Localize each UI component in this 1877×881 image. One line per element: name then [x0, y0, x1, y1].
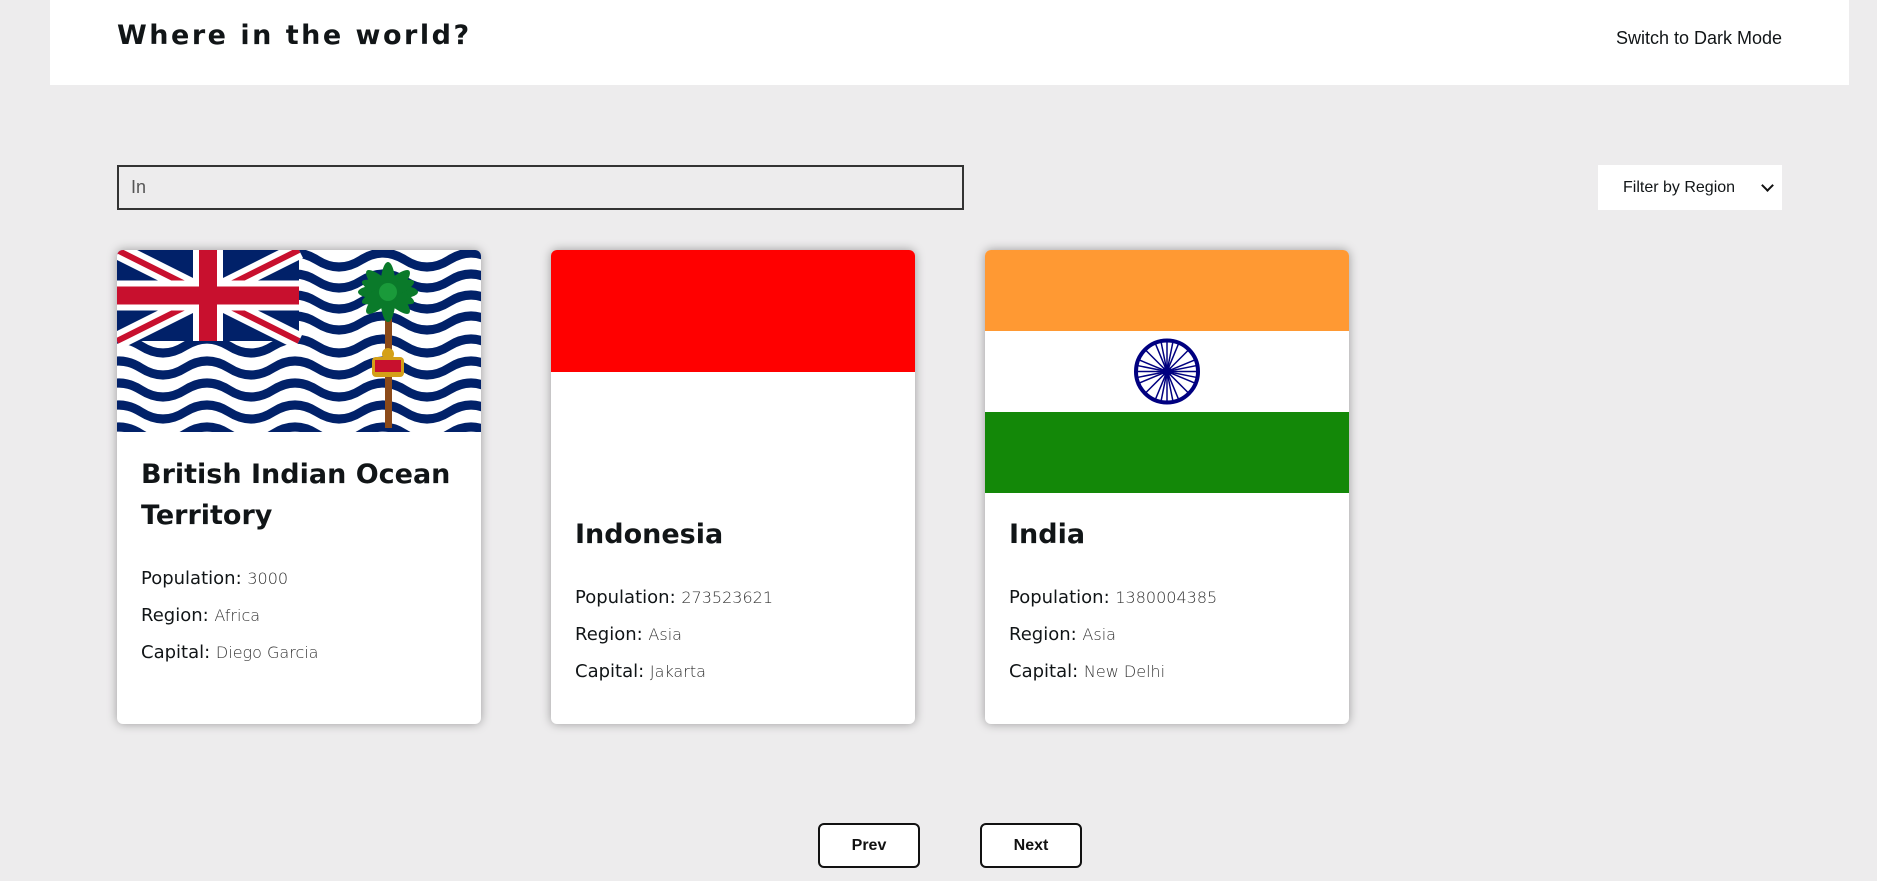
capital-value: Jakarta [649, 662, 706, 681]
country-card[interactable]: British Indian Ocean Territory Populatio… [117, 250, 481, 724]
dark-mode-toggle[interactable]: Switch to Dark Mode [1616, 28, 1782, 49]
population-value: 273523621 [681, 588, 773, 607]
population-line: Population: 3000 [141, 568, 289, 589]
top-header: Where in the world? Switch to Dark Mode [50, 0, 1849, 85]
country-name: Indonesia [575, 519, 724, 550]
country-name: British Indian Ocean Territory [141, 459, 451, 531]
population-value: 1380004385 [1115, 588, 1218, 607]
flag-india [985, 250, 1349, 493]
region-line: Region: Asia [575, 624, 682, 645]
flag-indonesia [551, 250, 915, 493]
capital-line: Capital: New Delhi [1009, 661, 1166, 682]
flag-british-indian-ocean-territory [117, 250, 481, 432]
country-name: India [1009, 519, 1086, 550]
region-value: Asia [648, 625, 682, 644]
region-filter-select[interactable]: Filter by Region [1598, 165, 1782, 210]
country-card[interactable]: India Population: 1380004385 Region: Asi… [985, 250, 1349, 724]
next-page-button[interactable]: Next [980, 823, 1082, 868]
app-title: Where in the world? [117, 20, 472, 51]
region-line: Region: Africa [141, 605, 261, 626]
capital-line: Capital: Jakarta [575, 661, 706, 682]
country-card[interactable]: Indonesia Population: 273523621 Region: … [551, 250, 915, 724]
population-line: Population: 1380004385 [1009, 587, 1218, 608]
search-input[interactable] [117, 165, 964, 210]
population-value: 3000 [247, 569, 289, 588]
region-value: Asia [1082, 625, 1116, 644]
region-line: Region: Asia [1009, 624, 1116, 645]
population-line: Population: 273523621 [575, 587, 773, 608]
capital-value: New Delhi [1083, 662, 1166, 681]
region-filter-value: Filter by Region [1623, 178, 1736, 196]
capital-value: Diego Garcia [215, 643, 319, 662]
region-value: Africa [214, 606, 261, 625]
capital-line: Capital: Diego Garcia [141, 642, 319, 663]
prev-page-button[interactable]: Prev [818, 823, 920, 868]
chevron-down-icon [1761, 178, 1774, 192]
